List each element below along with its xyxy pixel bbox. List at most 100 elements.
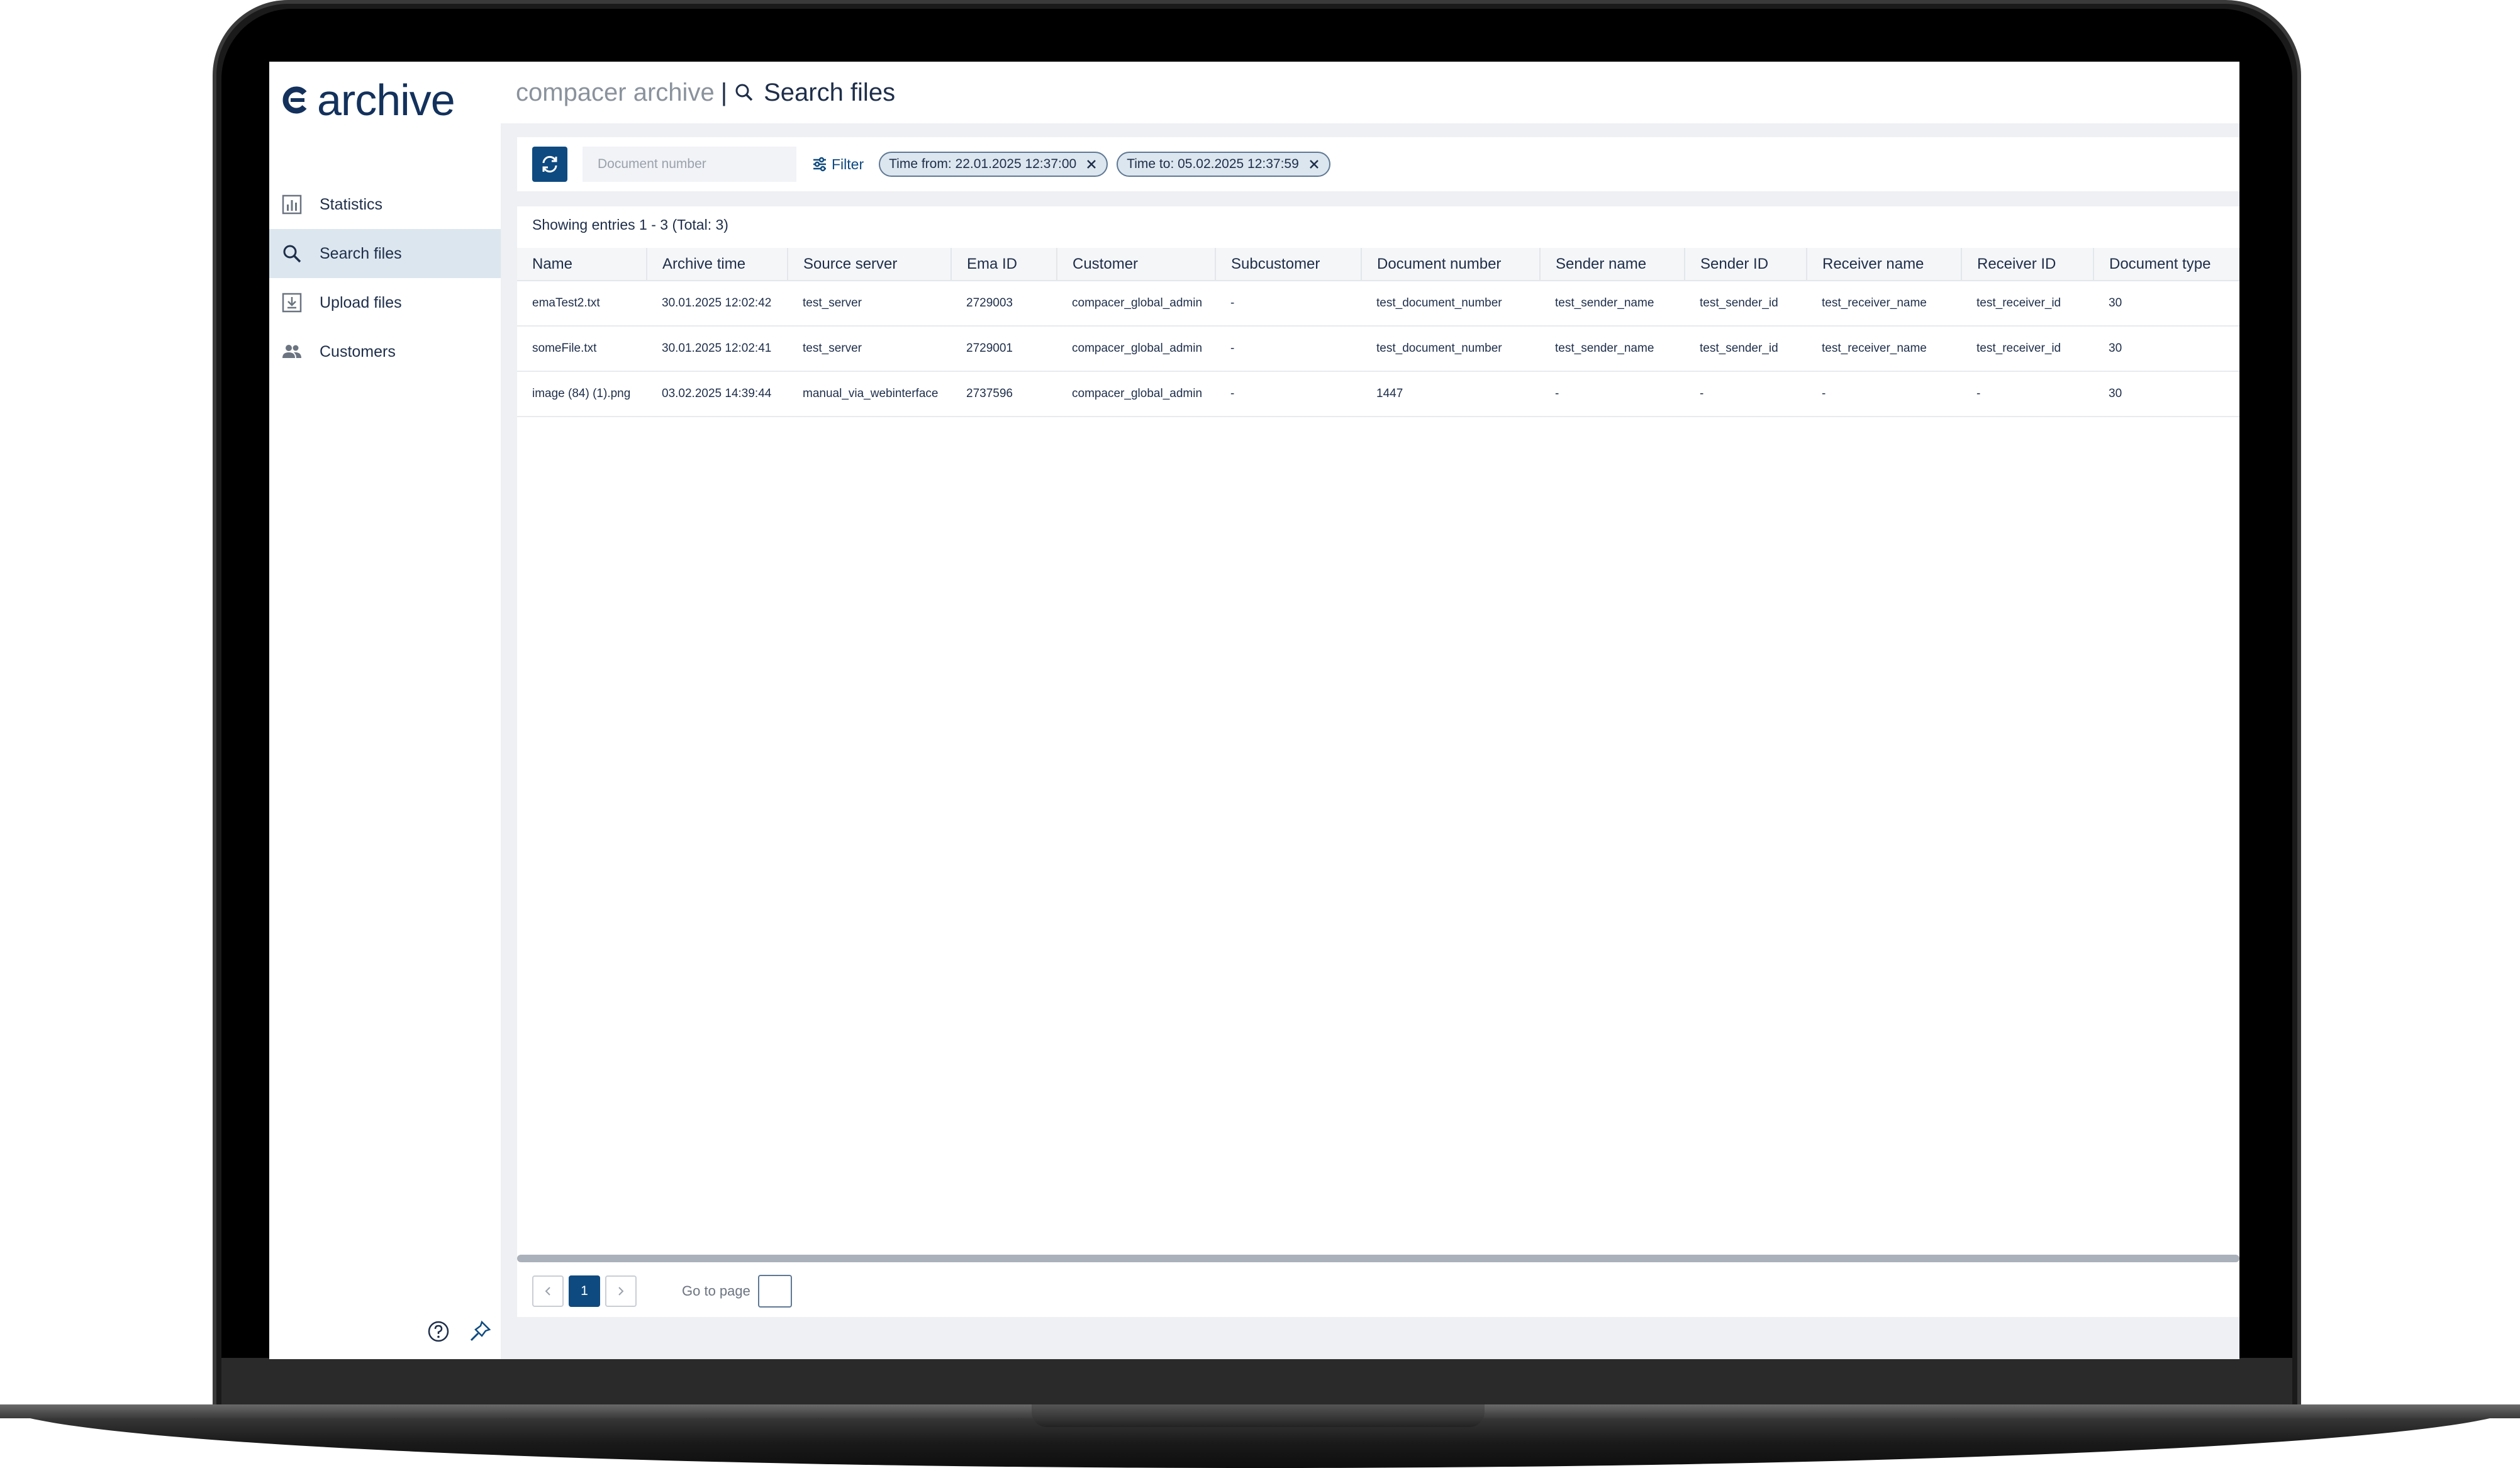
table-cell: test_sender_name [1540, 281, 1685, 327]
results-table: Name Archive time Source server Ema ID C… [517, 248, 2239, 417]
sidebar-item-label: Upload files [320, 293, 402, 311]
table-cell: compacer_global_admin [1057, 326, 1215, 372]
table-cell: emaTest2.txt [517, 281, 647, 327]
next-page-button[interactable] [605, 1275, 637, 1307]
results-summary: Showing entries 1 - 3 (Total: 3) [532, 216, 728, 233]
search-icon [281, 242, 303, 265]
filter-icon [811, 156, 828, 172]
table-cell: test_server [788, 281, 951, 327]
breadcrumb-separator: | [720, 78, 728, 106]
table-row[interactable]: someFile.txt 30.01.2025 12:02:41 test_se… [517, 326, 2239, 372]
chevron-right-icon [618, 1287, 624, 1296]
table-cell: compacer_global_admin [1057, 371, 1215, 417]
table-cell: test_receiver_id [1961, 326, 2093, 372]
column-header-archive-time[interactable]: Archive time [647, 248, 788, 281]
table-cell: 2729003 [951, 281, 1057, 327]
laptop-bezel-bottom [221, 1358, 2292, 1406]
table-row[interactable]: image (84) (1).png 03.02.2025 14:39:44 m… [517, 371, 2239, 417]
table-cell: 2729001 [951, 326, 1057, 372]
close-icon[interactable] [1308, 158, 1320, 171]
table-cell: 30 [2093, 281, 2239, 327]
chevron-left-icon [545, 1287, 550, 1296]
header: compacer archive | Search files [501, 62, 2239, 123]
search-icon [733, 82, 755, 103]
sidebar-nav: Statistics Search files Upload files Cus… [269, 180, 501, 376]
column-header-sender-name[interactable]: Sender name [1540, 248, 1685, 281]
goto-page-input[interactable] [757, 1275, 792, 1308]
chip-label: Time to: 05.02.2025 12:37:59 [1127, 157, 1299, 171]
table-cell: 30.01.2025 12:02:41 [647, 326, 788, 372]
refresh-icon [540, 154, 560, 174]
table-cell: manual_via_webinterface [788, 371, 951, 417]
column-header-name[interactable]: Name [517, 248, 647, 281]
sidebar-item-label: Statistics [320, 195, 383, 213]
column-header-receiver-id[interactable]: Receiver ID [1961, 248, 2094, 281]
table-cell: someFile.txt [517, 326, 647, 372]
screen: archive Statistics Search files Upload f… [269, 62, 2239, 1359]
sidebar-item-statistics[interactable]: Statistics [269, 180, 501, 229]
logo-text: archive [317, 76, 455, 125]
column-header-customer[interactable]: Customer [1057, 248, 1216, 281]
table-cell: test_receiver_name [1807, 281, 1961, 327]
sidebar-item-customers[interactable]: Customers [269, 327, 501, 376]
table-cell: - [1215, 371, 1361, 417]
filter-chip-time-to[interactable]: Time to: 05.02.2025 12:37:59 [1117, 152, 1330, 177]
column-header-document-type[interactable]: Document type [2093, 248, 2239, 281]
document-number-input[interactable] [583, 147, 796, 182]
pagination: 1 Go to page [532, 1275, 792, 1308]
sidebar-item-label: Search files [320, 244, 402, 262]
column-header-ema-id[interactable]: Ema ID [951, 248, 1057, 281]
table-cell: - [1685, 371, 1807, 417]
prev-page-button[interactable] [532, 1275, 564, 1307]
column-header-document-number[interactable]: Document number [1361, 248, 1541, 281]
table-cell: - [1215, 281, 1361, 327]
bar-chart-icon [281, 193, 303, 216]
table-cell: - [1540, 371, 1685, 417]
page-title: Search files [733, 79, 895, 107]
table-cell: - [1807, 371, 1961, 417]
table-cell: - [1215, 326, 1361, 372]
breadcrumb-app[interactable]: compacer archive [516, 79, 715, 107]
table-cell: test_sender_id [1685, 326, 1807, 372]
table-cell: 30 [2093, 371, 2239, 417]
table-cell: 1447 [1361, 371, 1540, 417]
table-cell: 2737596 [951, 371, 1057, 417]
table-cell: test_document_number [1361, 326, 1540, 372]
horizontal-scrollbar[interactable] [517, 1255, 2239, 1262]
table-row[interactable]: emaTest2.txt 30.01.2025 12:02:42 test_se… [517, 281, 2239, 327]
table-cell: - [1961, 371, 2093, 417]
column-header-subcustomer[interactable]: Subcustomer [1215, 248, 1362, 281]
column-header-source-server[interactable]: Source server [788, 248, 952, 281]
table-cell: image (84) (1).png [517, 371, 647, 417]
refresh-button[interactable] [532, 147, 567, 182]
table-cell: test_server [788, 326, 951, 372]
table-cell: compacer_global_admin [1057, 281, 1215, 327]
results-panel: Showing entries 1 - 3 (Total: 3) Name Ar… [517, 206, 2239, 1317]
chip-label: Time from: 22.01.2025 12:37:00 [889, 157, 1077, 171]
table-cell: 30 [2093, 326, 2239, 372]
column-header-sender-id[interactable]: Sender ID [1685, 248, 1807, 281]
page-title-text: Search files [764, 78, 896, 106]
pin-icon[interactable] [468, 1320, 492, 1343]
filter-chip-time-from[interactable]: Time from: 22.01.2025 12:37:00 [879, 152, 1108, 177]
table-cell: test_sender_id [1685, 281, 1807, 327]
sidebar-item-search-files[interactable]: Search files [269, 229, 501, 278]
column-header-receiver-name[interactable]: Receiver name [1807, 248, 1962, 281]
sidebar: archive Statistics Search files Upload f… [269, 62, 501, 1359]
sidebar-item-upload-files[interactable]: Upload files [269, 278, 501, 327]
table-cell: test_receiver_id [1961, 281, 2093, 327]
compacer-logo-icon [281, 86, 309, 115]
filter-button[interactable]: Filter [811, 156, 864, 173]
close-icon[interactable] [1085, 158, 1098, 171]
help-icon[interactable] [427, 1320, 450, 1343]
page-button-current[interactable]: 1 [569, 1275, 600, 1307]
laptop-notch [1032, 1404, 1485, 1427]
goto-page-label: Go to page [682, 1283, 750, 1299]
table-header-row: Name Archive time Source server Ema ID C… [517, 248, 2239, 281]
main-area: compacer archive | Search files Document… [501, 62, 2239, 1359]
logo[interactable]: archive [281, 78, 455, 122]
people-icon [281, 340, 303, 363]
sidebar-footer [427, 1320, 492, 1343]
table-cell: test_receiver_name [1807, 326, 1961, 372]
table-cell: test_document_number [1361, 281, 1540, 327]
